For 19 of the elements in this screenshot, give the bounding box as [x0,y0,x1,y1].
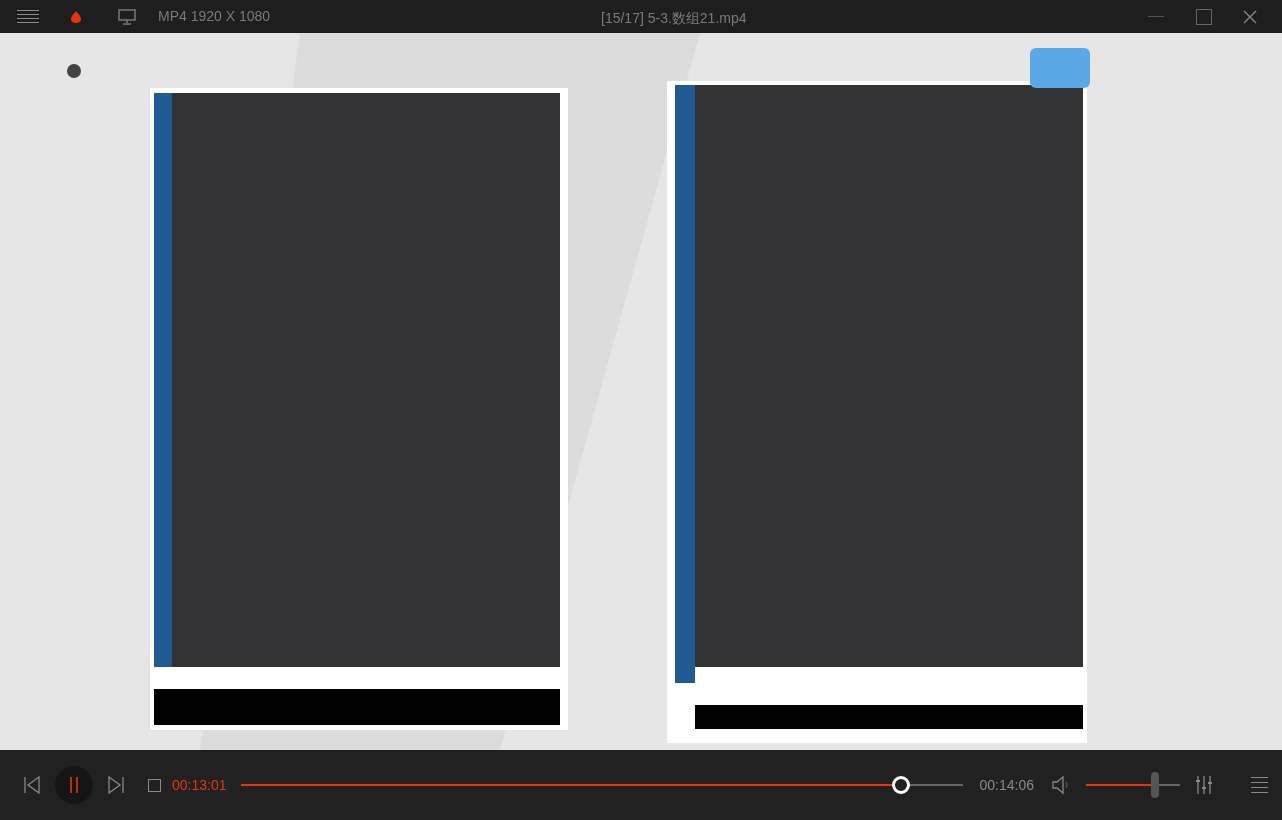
close-icon[interactable] [1242,8,1258,25]
total-time: 00:14:06 [979,775,1034,795]
pause-button[interactable] [55,766,93,804]
volume-thumb[interactable] [1150,772,1159,798]
video-format: MP4 1920 X 1080 [158,7,271,26]
playlist-icon[interactable] [1251,777,1268,793]
current-time: 00:13:01 [172,775,227,795]
stop-button[interactable] [148,778,161,792]
flame-icon[interactable] [71,10,81,23]
window-title: [15/17] 5-3.数组21.mp4 [601,9,747,28]
monitor-icon[interactable] [118,8,136,25]
previous-icon[interactable] [24,776,40,794]
pause-icon [69,777,79,793]
progress-thumb[interactable] [892,776,911,794]
maximize-button[interactable] [1196,8,1212,25]
next-icon[interactable] [108,776,124,794]
speaker-icon[interactable] [1052,775,1070,795]
equalizer-icon[interactable] [1196,775,1212,795]
menu-icon[interactable] [17,9,39,24]
